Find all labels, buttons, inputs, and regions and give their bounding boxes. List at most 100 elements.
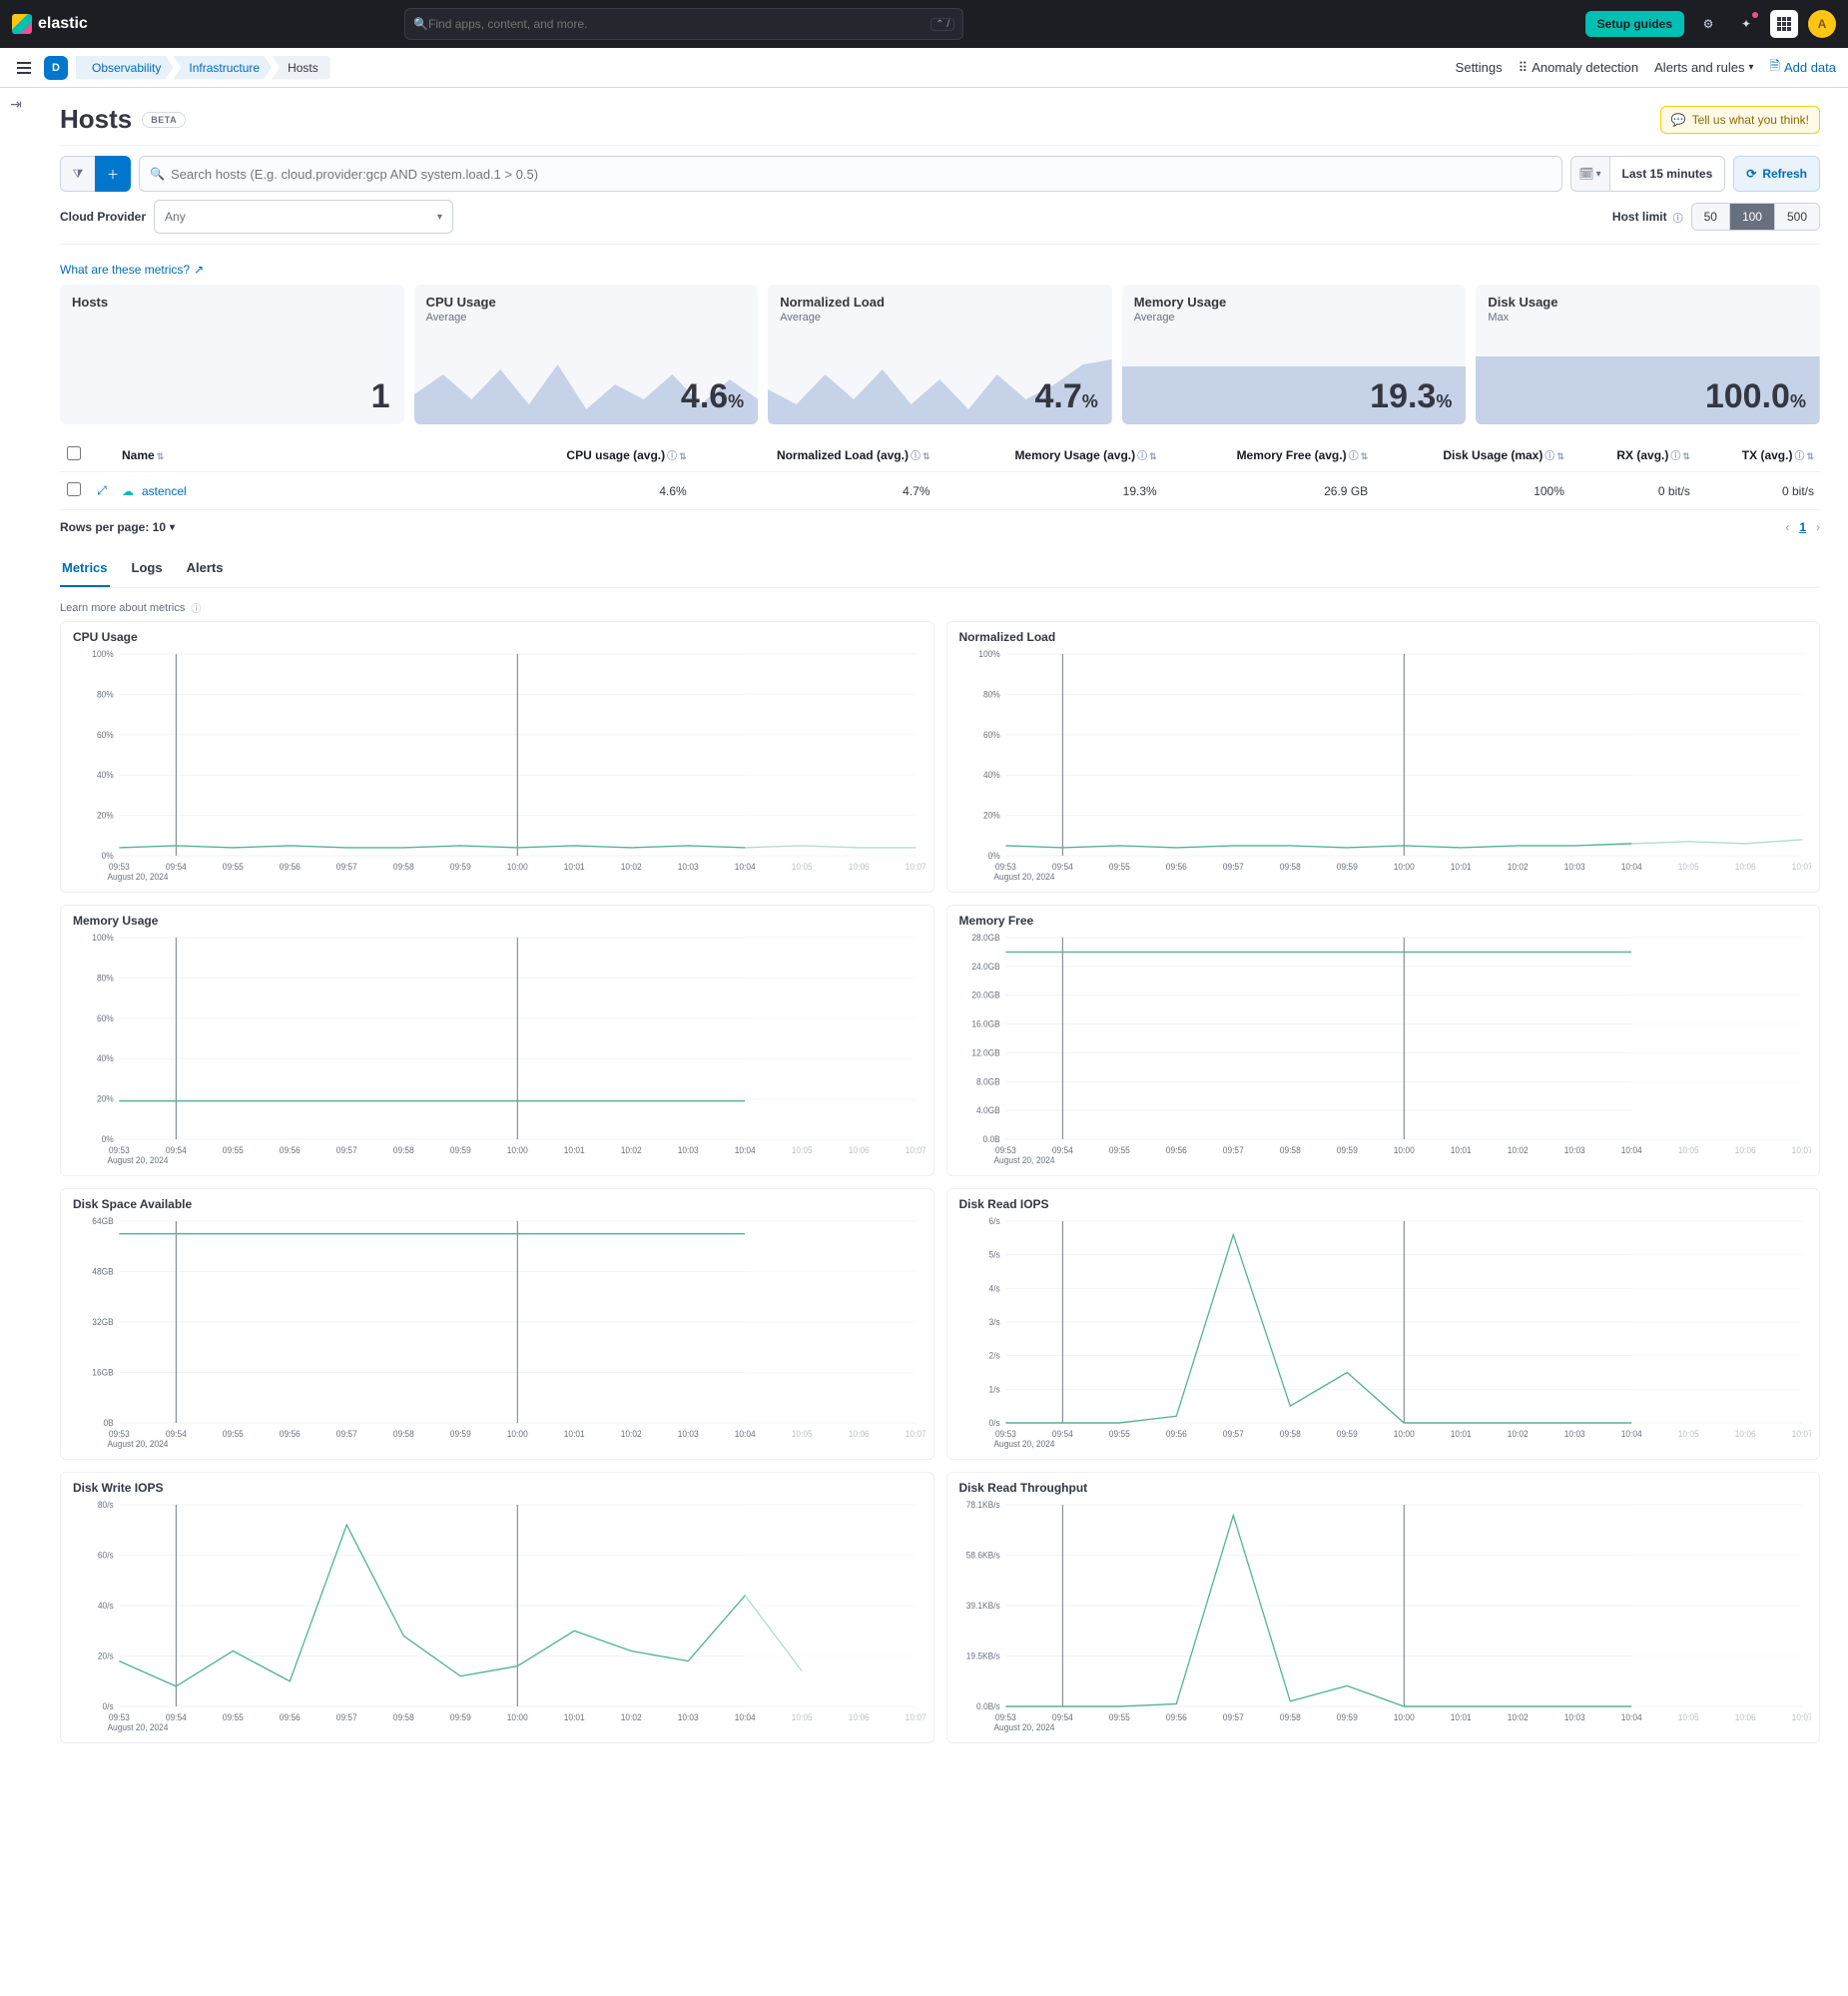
hamburger-icon[interactable] (12, 56, 36, 80)
date-range-label[interactable]: Last 15 minutes (1610, 156, 1726, 192)
col-header[interactable]: Name⇅ (116, 438, 498, 472)
add-data-link[interactable]: 🗎Add data (1770, 57, 1837, 79)
tab-alerts[interactable]: Alerts (185, 550, 226, 587)
expand-icon[interactable]: ⤢ (97, 483, 107, 497)
refresh-button[interactable]: ⟳ Refresh (1733, 156, 1820, 192)
hosts-table: Name⇅CPU usage (avg.)ⓘ⇅Normalized Load (… (60, 438, 1820, 510)
global-search[interactable]: 🔍 ⌃ / (404, 8, 963, 40)
feedback-banner[interactable]: 💬 Tell us what you think! (1660, 106, 1820, 134)
plus-doc-icon: 🗎 (1770, 57, 1780, 79)
page-prev-icon[interactable]: ‹ (1785, 520, 1789, 534)
svg-text:0%: 0% (987, 851, 999, 861)
svg-text:09:57: 09:57 (336, 1712, 357, 1722)
svg-text:0%: 0% (102, 1134, 114, 1144)
col-header[interactable]: Normalized Load (avg.)ⓘ⇅ (693, 438, 936, 472)
col-header[interactable]: CPU usage (avg.)ⓘ⇅ (498, 438, 693, 472)
svg-text:10:05: 10:05 (792, 862, 813, 872)
home-button[interactable]: D (44, 56, 68, 80)
svg-text:10:05: 10:05 (1677, 1429, 1698, 1439)
svg-text:10:01: 10:01 (564, 1429, 585, 1439)
row-checkbox[interactable] (67, 482, 81, 496)
svg-text:10:03: 10:03 (1563, 1429, 1584, 1439)
svg-text:August 20, 2024: August 20, 2024 (993, 1439, 1054, 1449)
svg-text:09:55: 09:55 (1108, 1145, 1129, 1155)
cloud-provider-label: Cloud Provider (60, 210, 146, 224)
alerts-rules-link[interactable]: Alerts and rules▾ (1654, 60, 1753, 75)
learn-more-metrics[interactable]: Learn more about metrics ⓘ (60, 600, 1820, 615)
col-header[interactable]: Memory Free (avg.)ⓘ⇅ (1163, 438, 1374, 472)
svg-text:August 20, 2024: August 20, 2024 (993, 872, 1054, 882)
svg-text:10:07: 10:07 (1791, 862, 1811, 872)
svg-text:80/s: 80/s (98, 1500, 114, 1510)
kpi-disk-usage: Disk UsageMax100.0% (1476, 285, 1820, 424)
host-limit-100[interactable]: 100 (1729, 204, 1774, 230)
expand-rail-icon[interactable]: ⇥ (10, 96, 22, 1759)
svg-text:09:53: 09:53 (994, 1712, 1015, 1722)
breadcrumb-observability[interactable]: Observability (76, 56, 173, 80)
host-limit-50[interactable]: 50 (1692, 204, 1729, 230)
svg-text:10:03: 10:03 (1563, 1712, 1584, 1722)
svg-text:10:07: 10:07 (1791, 1712, 1811, 1722)
svg-text:09:53: 09:53 (994, 862, 1015, 872)
svg-text:10:03: 10:03 (678, 862, 699, 872)
svg-text:August 20, 2024: August 20, 2024 (993, 1722, 1054, 1732)
filter-funnel-button[interactable]: ⧩ (60, 156, 96, 192)
svg-text:10:06: 10:06 (1734, 1429, 1755, 1439)
what-are-metrics-link[interactable]: What are these metrics? ↗ (60, 263, 1820, 277)
svg-text:10:06: 10:06 (849, 1712, 870, 1722)
elastic-logo[interactable]: elastic (12, 14, 88, 34)
chart-diskwiops: Disk Write IOPS 0/s20/s40/s60/s80/s09:53… (60, 1472, 934, 1743)
settings-link[interactable]: Settings (1456, 60, 1503, 75)
add-filter-button[interactable]: ＋ (95, 156, 131, 192)
svg-text:09:54: 09:54 (1051, 1429, 1072, 1439)
kql-input[interactable]: 🔍 (139, 156, 1562, 192)
svg-text:10:00: 10:00 (507, 1712, 528, 1722)
chart-diskrtp: Disk Read Throughput 0.0B/s19.5KB/s39.1K… (946, 1472, 1821, 1743)
svg-text:09:59: 09:59 (450, 862, 471, 872)
cloud-provider-select[interactable]: Any (154, 200, 453, 234)
anomaly-detection-link[interactable]: ⠿Anomaly detection (1519, 60, 1638, 76)
gear-icon[interactable]: ⚙ (1694, 10, 1722, 38)
page-number[interactable]: 1 (1799, 520, 1806, 534)
info-icon: ⓘ (1137, 451, 1147, 462)
svg-text:09:59: 09:59 (450, 1712, 471, 1722)
table-row[interactable]: ⤢ ☁astencel 4.6%4.7%19.3%26.9 GB100%0 bi… (60, 472, 1820, 510)
svg-text:09:56: 09:56 (1165, 1145, 1186, 1155)
kql-text-input[interactable] (171, 167, 1551, 182)
select-all-checkbox[interactable] (67, 446, 81, 460)
svg-text:09:54: 09:54 (1051, 1712, 1072, 1722)
app-switcher-icon[interactable] (1770, 10, 1798, 38)
svg-text:09:53: 09:53 (109, 1712, 130, 1722)
global-search-input[interactable] (428, 17, 930, 31)
chart-cpu: CPU Usage 0%20%40%60%80%100%09:5309:5409… (60, 621, 934, 893)
breadcrumb-infrastructure[interactable]: Infrastructure (173, 56, 272, 80)
col-header[interactable]: RX (avg.)ⓘ⇅ (1570, 438, 1696, 472)
rows-per-page[interactable]: Rows per page: 10 ▾ (60, 520, 175, 534)
sort-icon: ⇅ (1361, 451, 1369, 461)
page-next-icon[interactable]: › (1816, 520, 1820, 534)
svg-text:10:00: 10:00 (1393, 862, 1414, 872)
svg-text:10:01: 10:01 (564, 1145, 585, 1155)
svg-text:0/s: 0/s (988, 1418, 1000, 1428)
col-header[interactable]: TX (avg.)ⓘ⇅ (1696, 438, 1820, 472)
svg-text:10:06: 10:06 (849, 1145, 870, 1155)
breadcrumb: Observability Infrastructure Hosts (76, 56, 330, 80)
date-picker-button[interactable]: 🗓▾ (1570, 156, 1610, 192)
svg-text:80%: 80% (982, 689, 999, 699)
avatar[interactable]: A (1808, 10, 1836, 38)
host-name-link[interactable]: ☁astencel (122, 484, 492, 498)
chevron-down-icon: ▾ (1748, 62, 1753, 73)
setup-guides-button[interactable]: Setup guides (1585, 11, 1684, 37)
svg-text:0.0B: 0.0B (982, 1134, 999, 1144)
svg-text:10:03: 10:03 (1563, 862, 1584, 872)
col-header[interactable]: Memory Usage (avg.)ⓘ⇅ (936, 438, 1163, 472)
svg-text:10:00: 10:00 (507, 1145, 528, 1155)
tab-logs[interactable]: Logs (130, 550, 165, 587)
beta-badge: BETA (142, 112, 186, 128)
news-icon[interactable]: ✦ (1732, 10, 1760, 38)
host-limit-500[interactable]: 500 (1774, 204, 1819, 230)
svg-text:10:04: 10:04 (1620, 862, 1641, 872)
tab-metrics[interactable]: Metrics (60, 550, 110, 587)
svg-text:20%: 20% (97, 1093, 114, 1103)
col-header[interactable]: Disk Usage (max)ⓘ⇅ (1374, 438, 1570, 472)
